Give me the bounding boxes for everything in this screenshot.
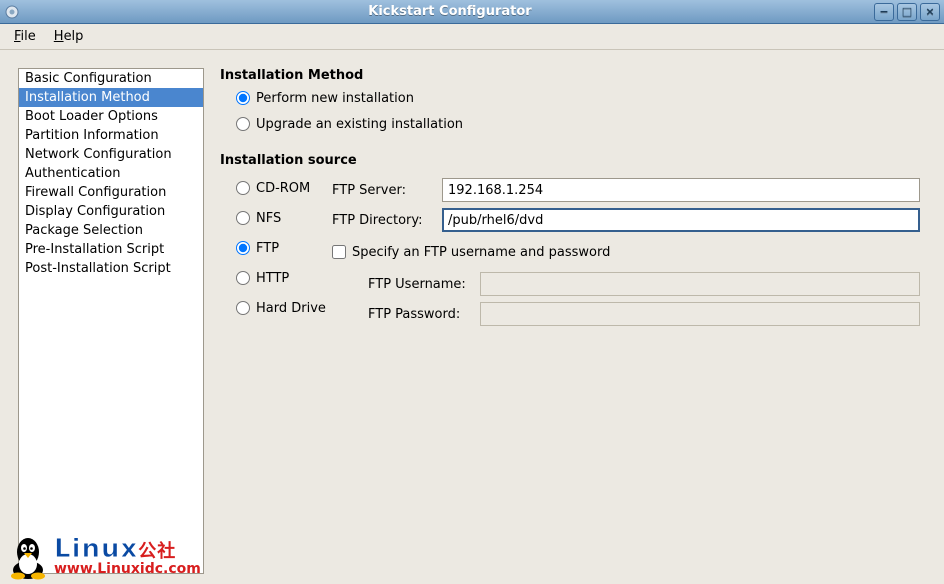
- ftp-directory-input[interactable]: [442, 208, 920, 232]
- close-button[interactable]: ×: [920, 3, 940, 21]
- sidebar-item-installation-method[interactable]: Installation Method: [19, 88, 203, 107]
- content-area: Basic ConfigurationInstallation MethodBo…: [0, 50, 944, 584]
- ftp-auth-checkbox-label: Specify an FTP username and password: [352, 245, 610, 260]
- radio-source-ftp-label: FTP: [256, 241, 279, 256]
- installation-source-title: Installation source: [220, 153, 920, 168]
- radio-source-http-label: HTTP: [256, 271, 289, 286]
- ftp-password-input[interactable]: [480, 302, 920, 326]
- ftp-password-label: FTP Password:: [368, 307, 480, 322]
- main-panel: Installation Method Perform new installa…: [220, 68, 926, 574]
- ftp-username-label: FTP Username:: [368, 277, 480, 292]
- sidebar-item-network-configuration[interactable]: Network Configuration: [19, 145, 203, 164]
- ftp-server-label: FTP Server:: [332, 183, 442, 198]
- radio-upgrade-installation-label: Upgrade an existing installation: [256, 117, 463, 132]
- menu-help[interactable]: Help: [46, 26, 92, 47]
- ftp-settings-form: FTP Server: FTP Directory: Specify an FT…: [332, 172, 920, 330]
- ftp-directory-label: FTP Directory:: [332, 213, 442, 228]
- menubar: File Help: [0, 24, 944, 50]
- window-titlebar: Kickstart Configurator − □ ×: [0, 0, 944, 24]
- sidebar-item-boot-loader-options[interactable]: Boot Loader Options: [19, 107, 203, 126]
- sidebar-item-partition-information[interactable]: Partition Information: [19, 126, 203, 145]
- sidebar-item-firewall-configuration[interactable]: Firewall Configuration: [19, 183, 203, 202]
- sidebar-item-post-installation-script[interactable]: Post-Installation Script: [19, 259, 203, 278]
- radio-upgrade-installation[interactable]: Upgrade an existing installation: [236, 113, 920, 135]
- radio-source-nfs-label: NFS: [256, 211, 281, 226]
- sidebar-item-display-configuration[interactable]: Display Configuration: [19, 202, 203, 221]
- menu-file[interactable]: File: [6, 26, 44, 47]
- radio-source-hard-drive[interactable]: Hard Drive: [236, 294, 332, 322]
- sidebar-item-basic-configuration[interactable]: Basic Configuration: [19, 69, 203, 88]
- ftp-auth-checkbox[interactable]: [332, 245, 346, 259]
- maximize-button[interactable]: □: [897, 3, 917, 21]
- radio-source-ftp[interactable]: FTP: [236, 234, 332, 262]
- window-controls: − □ ×: [874, 3, 940, 21]
- installation-source-radios: CD-ROM NFS FTP HTTP: [236, 172, 332, 330]
- sidebar-item-package-selection[interactable]: Package Selection: [19, 221, 203, 240]
- radio-source-nfs[interactable]: NFS: [236, 204, 332, 232]
- app-icon: [4, 4, 20, 20]
- ftp-server-input[interactable]: [442, 178, 920, 202]
- radio-new-installation[interactable]: Perform new installation: [236, 87, 920, 109]
- sidebar-category-list[interactable]: Basic ConfigurationInstallation MethodBo…: [18, 68, 204, 574]
- window-title: Kickstart Configurator: [26, 4, 874, 19]
- ftp-auth-checkbox-row[interactable]: Specify an FTP username and password: [332, 238, 920, 266]
- radio-source-cdrom[interactable]: CD-ROM: [236, 174, 332, 202]
- installation-method-title: Installation Method: [220, 68, 920, 83]
- ftp-username-input[interactable]: [480, 272, 920, 296]
- radio-source-hard-drive-label: Hard Drive: [256, 301, 326, 316]
- sidebar-item-authentication[interactable]: Authentication: [19, 164, 203, 183]
- sidebar-item-pre-installation-script[interactable]: Pre-Installation Script: [19, 240, 203, 259]
- minimize-button[interactable]: −: [874, 3, 894, 21]
- radio-source-http[interactable]: HTTP: [236, 264, 332, 292]
- radio-new-installation-label: Perform new installation: [256, 91, 414, 106]
- radio-source-cdrom-label: CD-ROM: [256, 181, 310, 196]
